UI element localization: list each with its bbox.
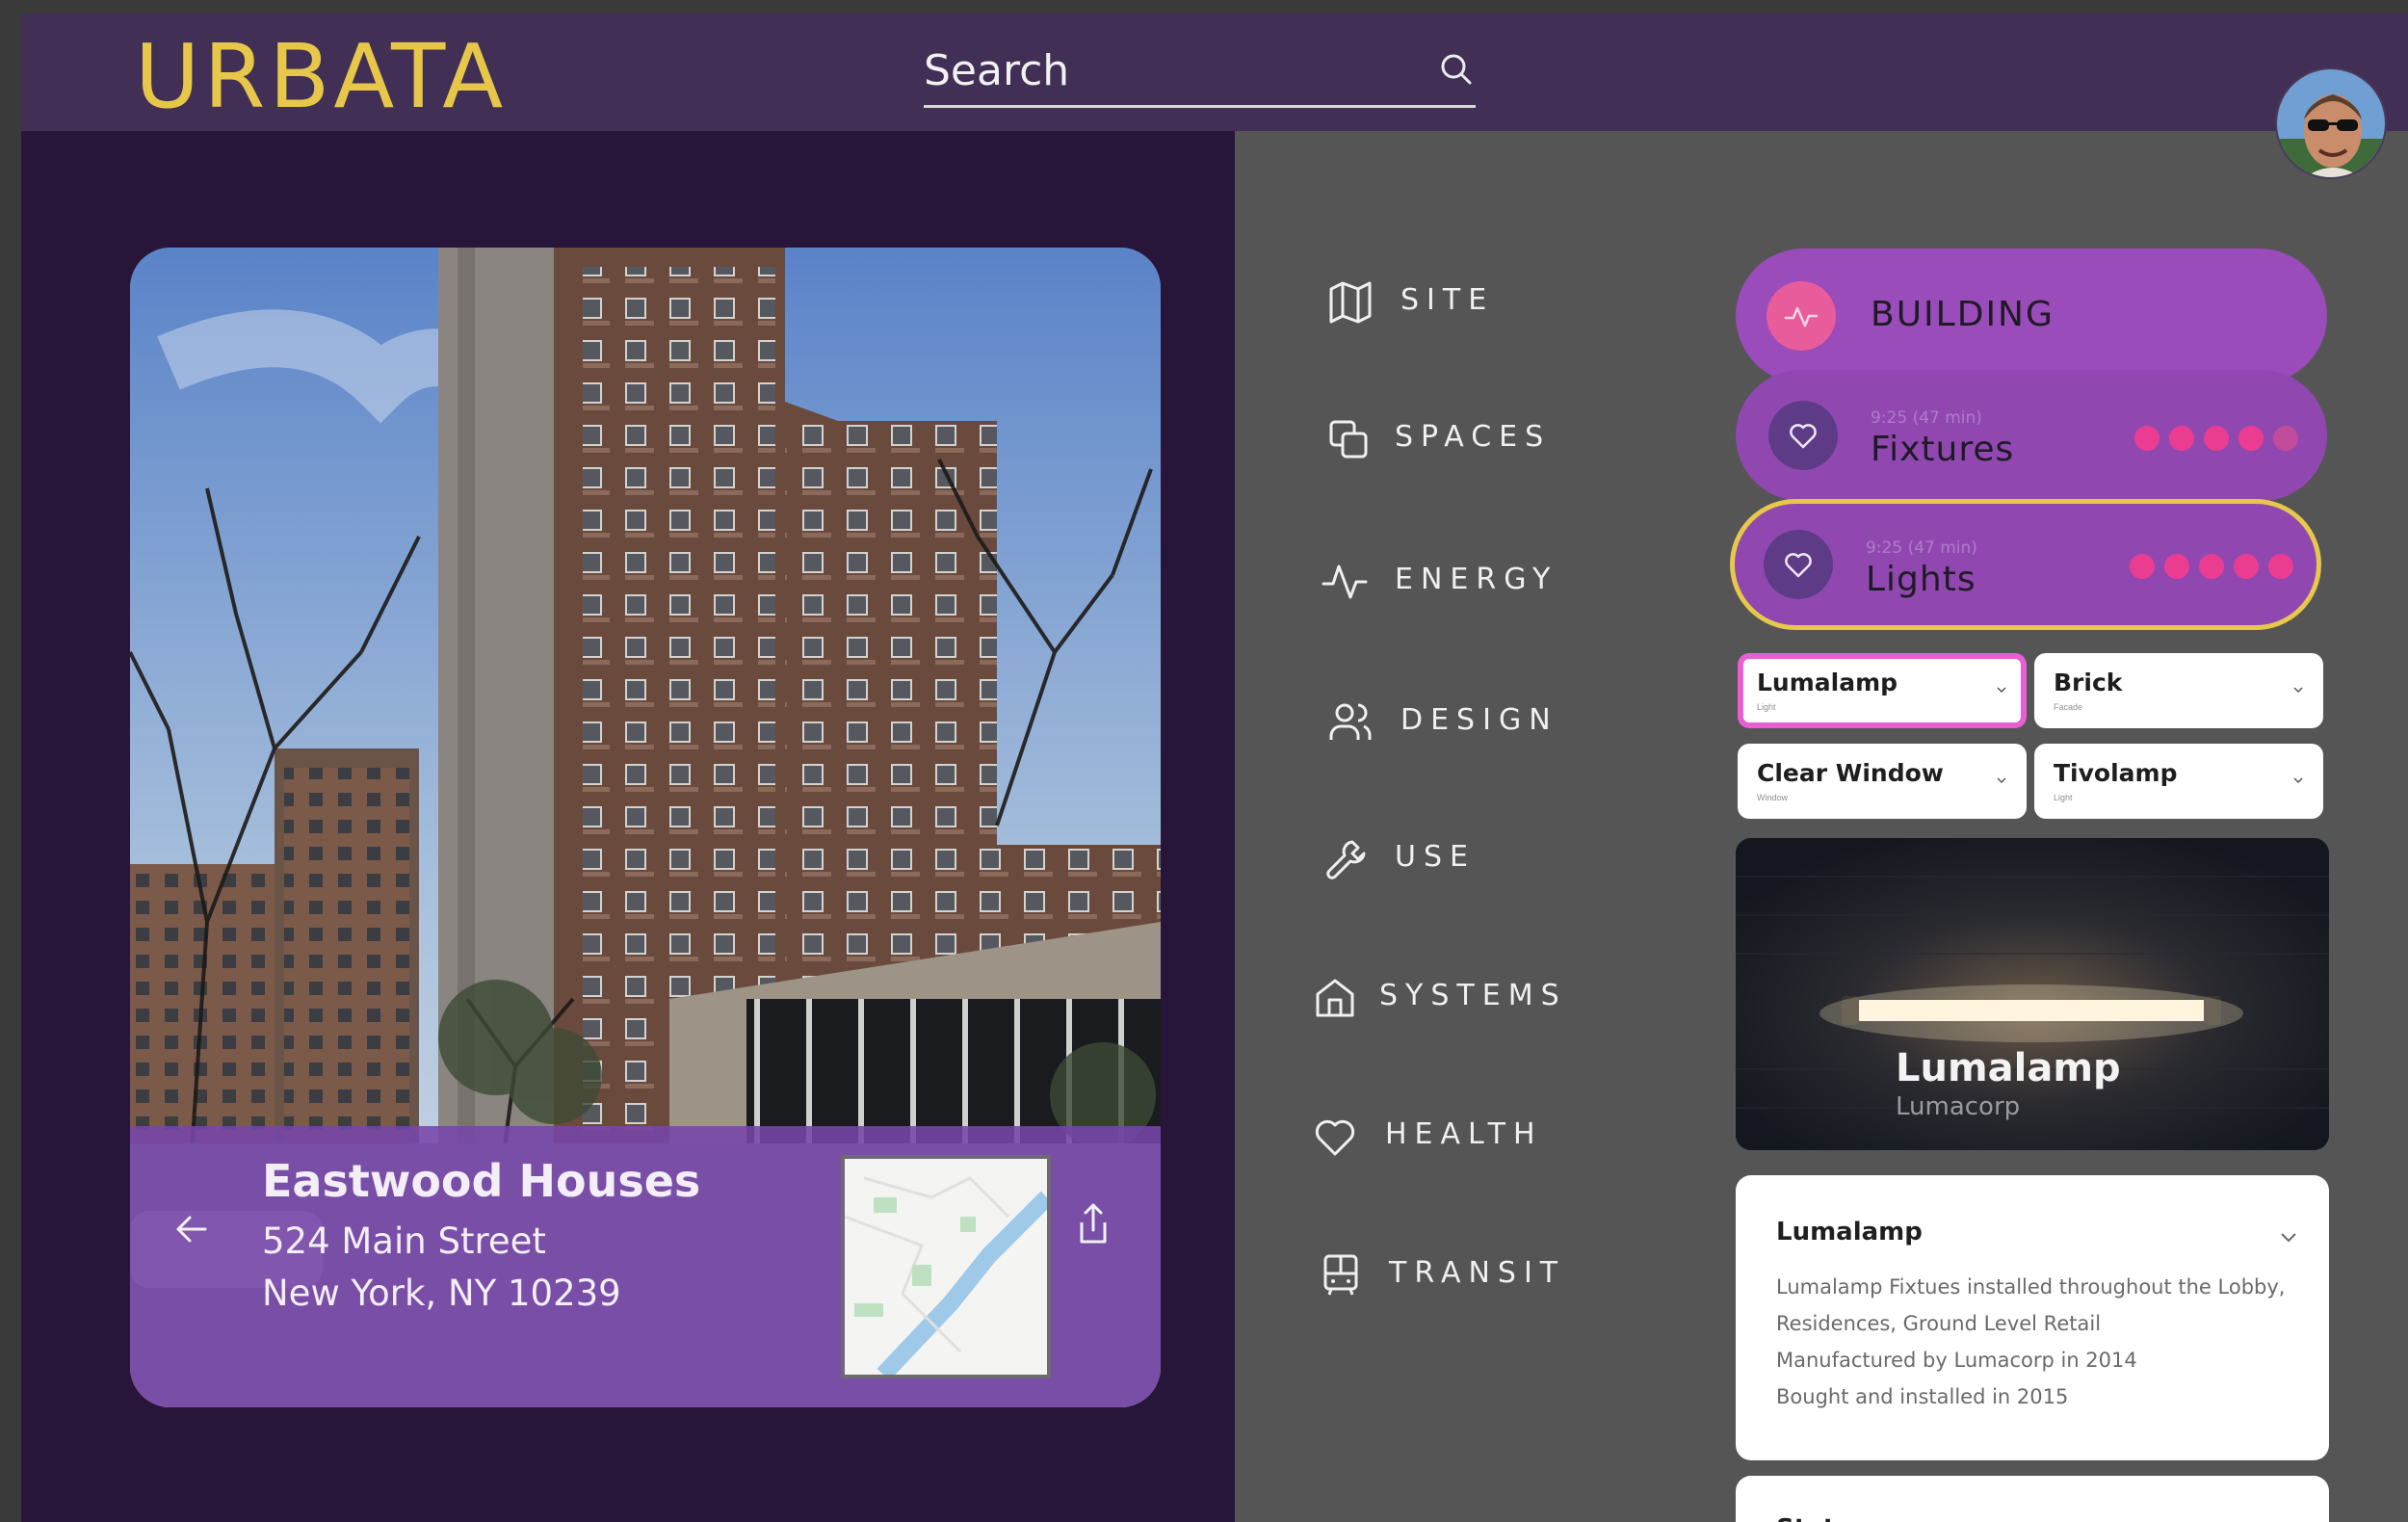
brand-logo[interactable]: URBATA bbox=[135, 25, 507, 128]
product-name: Lumalamp bbox=[1896, 1046, 2121, 1090]
select-sublabel: Window bbox=[1757, 793, 1789, 802]
search-input[interactable] bbox=[924, 42, 1405, 98]
fixtures-badge bbox=[1768, 401, 1838, 470]
select-label: Brick bbox=[2054, 669, 2123, 696]
material-select-brick[interactable]: Brick Facade bbox=[2034, 653, 2323, 728]
details-line: Bought and installed in 2015 bbox=[1776, 1385, 2069, 1408]
material-select-clear-window[interactable]: Clear Window Window bbox=[1738, 744, 2027, 819]
rating-dot bbox=[2273, 426, 2298, 451]
material-select-tivolamp[interactable]: Tivolamp Light bbox=[2034, 744, 2323, 819]
nav-item-transit[interactable]: TRANSIT bbox=[1312, 1237, 1659, 1314]
address-line-1: 524 Main Street bbox=[262, 1220, 546, 1262]
nav-label-energy: ENERGY bbox=[1395, 563, 1558, 596]
activity-icon bbox=[1322, 564, 1368, 599]
wrench-icon bbox=[1326, 840, 1366, 879]
nav-item-health[interactable]: HEALTH bbox=[1312, 1098, 1659, 1175]
address-line-2: New York, NY 10239 bbox=[262, 1273, 621, 1314]
building-badge bbox=[1767, 281, 1836, 351]
lights-panel[interactable]: 9:25 (47 min) Lights bbox=[1730, 499, 2321, 630]
rating-dot bbox=[2164, 554, 2189, 579]
nav-item-design[interactable]: DESIGN bbox=[1312, 684, 1659, 761]
fixtures-panel[interactable]: 9:25 (47 min) Fixtures bbox=[1736, 370, 2327, 501]
nav-label-transit: TRANSIT bbox=[1389, 1256, 1566, 1290]
activity-icon bbox=[1784, 306, 1819, 328]
lights-subtitle: 9:25 (47 min) bbox=[1866, 538, 1977, 558]
nav-item-site[interactable]: SITE bbox=[1312, 264, 1659, 341]
nav-item-use[interactable]: USE bbox=[1312, 821, 1659, 898]
top-bar: URBATA bbox=[21, 13, 2408, 131]
app-window: URBATA Search Eastwood Houses 524 Main S… bbox=[21, 13, 2408, 1522]
chevron-down-icon bbox=[1997, 777, 2006, 784]
details-line: Lumalamp Fixtues installed throughout th… bbox=[1776, 1275, 2286, 1299]
share-icon[interactable] bbox=[1074, 1201, 1112, 1246]
lights-rating bbox=[2130, 554, 2293, 579]
chevron-down-icon bbox=[2293, 777, 2303, 784]
building-panel-header[interactable]: BUILDING bbox=[1736, 249, 2327, 383]
building-title: BUILDING bbox=[1871, 295, 2055, 334]
chevron-down-icon bbox=[2293, 687, 2303, 694]
rating-dot bbox=[2169, 426, 2194, 451]
select-sublabel: Light bbox=[1757, 702, 1776, 712]
heart-icon bbox=[1790, 424, 1817, 449]
select-label: Lumalamp bbox=[1757, 669, 1898, 696]
product-manufacturer: Lumacorp bbox=[1896, 1092, 2021, 1121]
fixtures-subtitle: 9:25 (47 min) bbox=[1871, 408, 1982, 428]
rating-dot bbox=[2199, 554, 2224, 579]
chevron-down-icon[interactable] bbox=[2277, 1225, 2300, 1248]
bus-icon bbox=[1323, 1254, 1358, 1296]
copy-icon bbox=[1329, 420, 1368, 459]
nav-label-site: SITE bbox=[1400, 283, 1495, 317]
back-arrow-icon[interactable] bbox=[172, 1211, 209, 1247]
product-card[interactable]: Lumalamp Lumacorp bbox=[1736, 838, 2329, 1150]
details-line: Residences, Ground Level Retail bbox=[1776, 1312, 2102, 1335]
search-bar bbox=[924, 33, 1476, 108]
material-select-lumalamp[interactable]: Lumalamp Light bbox=[1738, 653, 2027, 728]
rating-dot bbox=[2134, 426, 2159, 451]
product-details-card: Lumalamp Lumalamp Fixtues installed thro… bbox=[1736, 1175, 2329, 1460]
nav-item-energy[interactable]: ENERGY bbox=[1312, 543, 1659, 620]
heart-icon bbox=[1315, 1119, 1355, 1156]
nav-item-spaces[interactable]: SPACES bbox=[1312, 401, 1659, 478]
rating-dot bbox=[2268, 554, 2293, 579]
search-icon[interactable] bbox=[1437, 50, 1476, 89]
select-label: Clear Window bbox=[1757, 759, 1944, 787]
location-minimap[interactable] bbox=[841, 1155, 1054, 1381]
nav-label-design: DESIGN bbox=[1400, 703, 1558, 737]
details-title: Lumalamp bbox=[1776, 1218, 1923, 1246]
heart-icon bbox=[1785, 553, 1812, 578]
nav-item-systems[interactable]: SYSTEMS bbox=[1312, 959, 1659, 1037]
details-line: Manufactured by Lumacorp in 2014 bbox=[1776, 1349, 2137, 1372]
stats-card[interactable]: Stats bbox=[1736, 1476, 2329, 1522]
nav-label-spaces: SPACES bbox=[1395, 420, 1552, 454]
nav-label-use: USE bbox=[1395, 840, 1476, 874]
home-icon bbox=[1316, 979, 1354, 1017]
lights-title: Lights bbox=[1866, 560, 1976, 599]
fixtures-title: Fixtures bbox=[1871, 430, 2015, 469]
building-panel: Eastwood Houses 524 Main Street New York… bbox=[21, 131, 1235, 1522]
select-sublabel: Light bbox=[2054, 793, 2073, 802]
map-icon bbox=[1329, 281, 1372, 324]
rating-dot bbox=[2238, 426, 2264, 451]
select-sublabel: Facade bbox=[2054, 702, 2083, 712]
building-card[interactable]: Eastwood Houses 524 Main Street New York… bbox=[130, 248, 1161, 1407]
building-name: Eastwood Houses bbox=[262, 1155, 701, 1207]
select-label: Tivolamp bbox=[2054, 759, 2178, 787]
rating-dot bbox=[2130, 554, 2155, 579]
fixtures-rating bbox=[2134, 426, 2298, 451]
nav-label-health: HEALTH bbox=[1385, 1117, 1543, 1151]
rating-dot bbox=[2204, 426, 2229, 451]
users-icon bbox=[1329, 703, 1372, 740]
building-info-overlay: Eastwood Houses 524 Main Street New York… bbox=[130, 1126, 1161, 1407]
avatar[interactable] bbox=[2275, 67, 2387, 179]
lights-badge bbox=[1764, 530, 1833, 599]
rating-dot bbox=[2234, 554, 2259, 579]
nav-label-systems: SYSTEMS bbox=[1379, 979, 1567, 1012]
product-image bbox=[1736, 838, 2329, 1150]
chevron-down-icon bbox=[1997, 687, 2006, 694]
stats-title: Stats bbox=[1776, 1514, 1850, 1522]
